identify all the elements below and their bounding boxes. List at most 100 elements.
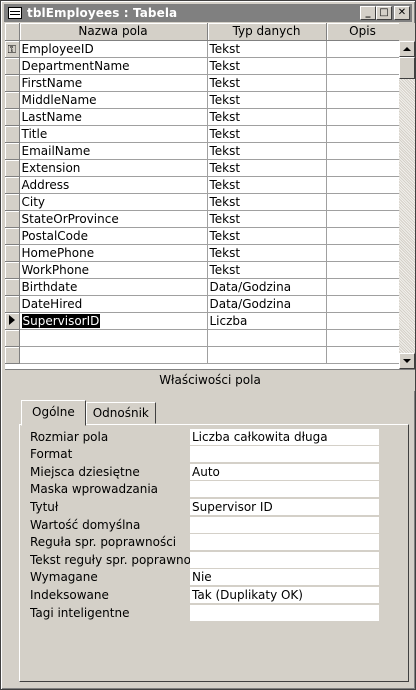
data-type-cell[interactable]: Tekst	[207, 91, 327, 109]
field-name-cell[interactable]: Birthdate	[19, 278, 208, 296]
column-header-field-name[interactable]: Nazwa pola	[19, 23, 208, 41]
data-type-cell[interactable]: Tekst	[207, 74, 327, 92]
field-row[interactable]: FirstName Tekst	[5, 74, 399, 92]
field-row[interactable]: ⚿ EmployeeID Tekst	[5, 40, 399, 58]
description-cell[interactable]	[326, 261, 399, 279]
row-selector[interactable]	[5, 91, 20, 109]
field-row[interactable]: LastName Tekst	[5, 108, 399, 126]
row-selector[interactable]	[5, 57, 20, 75]
data-type-cell[interactable]: Data/Godzina	[207, 278, 327, 296]
field-name-cell[interactable]: StateOrProvince	[19, 210, 208, 228]
field-row[interactable]: Birthdate Data/Godzina	[5, 278, 399, 296]
field-name-cell[interactable]: MiddleName	[19, 91, 208, 109]
row-selector[interactable]	[5, 312, 20, 330]
tab-lookup[interactable]: Odnośnik	[85, 402, 156, 424]
column-header-description[interactable]: Opis	[326, 23, 399, 41]
row-selector[interactable]	[5, 74, 20, 92]
property-value-field[interactable]: Tak (Duplikaty OK)	[190, 586, 379, 603]
field-row[interactable]: SupervisorID Liczba	[5, 312, 399, 330]
data-type-cell[interactable]: Tekst	[207, 261, 327, 279]
data-type-cell[interactable]: Tekst	[207, 159, 327, 177]
field-name-cell[interactable]: LastName	[19, 108, 208, 126]
description-cell[interactable]	[326, 244, 399, 262]
row-selector[interactable]	[5, 295, 20, 313]
description-cell[interactable]	[326, 278, 399, 296]
property-value-field[interactable]	[190, 446, 379, 463]
description-cell[interactable]	[326, 142, 399, 160]
tab-general[interactable]: Ogólne	[21, 400, 86, 426]
property-value-field[interactable]: Supervisor ID	[190, 498, 379, 515]
title-bar[interactable]: tblEmployees : Tabela _ □ ✕	[4, 4, 412, 22]
field-row[interactable]	[5, 346, 399, 364]
field-name-cell[interactable]	[19, 346, 208, 364]
description-cell[interactable]	[326, 227, 399, 245]
row-selector[interactable]	[5, 227, 20, 245]
property-value-field[interactable]	[190, 481, 379, 498]
row-selector[interactable]	[5, 159, 20, 177]
maximize-button[interactable]: □	[376, 6, 392, 20]
field-row[interactable]: EmailName Tekst	[5, 142, 399, 160]
data-type-cell[interactable]: Liczba	[207, 312, 327, 330]
field-row[interactable]: Extension Tekst	[5, 159, 399, 177]
data-type-cell[interactable]: Tekst	[207, 227, 327, 245]
property-value-field[interactable]: Nie	[190, 569, 379, 586]
description-cell[interactable]	[326, 346, 399, 364]
data-type-cell[interactable]: Tekst	[207, 125, 327, 143]
row-selector[interactable]	[5, 244, 20, 262]
data-type-cell[interactable]: Data/Godzina	[207, 295, 327, 313]
field-row[interactable]: StateOrProvince Tekst	[5, 210, 399, 228]
description-cell[interactable]	[326, 57, 399, 75]
scroll-thumb[interactable]	[399, 57, 415, 79]
close-button[interactable]: ✕	[394, 6, 410, 20]
field-name-cell[interactable]: EmployeeID	[19, 40, 208, 58]
description-cell[interactable]	[326, 91, 399, 109]
description-cell[interactable]	[326, 40, 399, 58]
field-name-cell[interactable]: City	[19, 193, 208, 211]
data-type-cell[interactable]: Tekst	[207, 176, 327, 194]
field-name-cell[interactable]: Extension	[19, 159, 208, 177]
field-row[interactable]: WorkPhone Tekst	[5, 261, 399, 279]
field-row[interactable]: HomePhone Tekst	[5, 244, 399, 262]
field-name-cell[interactable]	[19, 329, 208, 347]
property-value-field[interactable]	[190, 534, 379, 551]
description-cell[interactable]	[326, 176, 399, 194]
description-cell[interactable]	[326, 74, 399, 92]
description-cell[interactable]	[326, 193, 399, 211]
scroll-up-button[interactable]	[399, 41, 415, 57]
description-cell[interactable]	[326, 329, 399, 347]
property-value-field[interactable]: Auto	[190, 463, 379, 480]
field-row[interactable]: Address Tekst	[5, 176, 399, 194]
field-row[interactable]: Title Tekst	[5, 125, 399, 143]
column-header-data-type[interactable]: Typ danych	[207, 23, 327, 41]
field-name-cell[interactable]: HomePhone	[19, 244, 208, 262]
data-type-cell[interactable]: Tekst	[207, 40, 327, 58]
field-row[interactable]: PostalCode Tekst	[5, 227, 399, 245]
row-selector[interactable]	[5, 142, 20, 160]
row-selector[interactable]	[5, 193, 20, 211]
field-name-cell[interactable]: Address	[19, 176, 208, 194]
field-row[interactable]: MiddleName Tekst	[5, 91, 399, 109]
scroll-down-button[interactable]	[399, 353, 415, 369]
row-selector[interactable]	[5, 261, 20, 279]
field-row[interactable]: City Tekst	[5, 193, 399, 211]
description-cell[interactable]	[326, 312, 399, 330]
property-value-field[interactable]	[190, 551, 379, 568]
data-type-cell[interactable]	[207, 329, 327, 347]
field-name-cell[interactable]: DepartmentName	[19, 57, 208, 75]
data-type-cell[interactable]: Tekst	[207, 193, 327, 211]
field-row[interactable]	[5, 329, 399, 347]
field-name-cell[interactable]: PostalCode	[19, 227, 208, 245]
data-type-cell[interactable]: Tekst	[207, 244, 327, 262]
field-name-cell[interactable]: Title	[19, 125, 208, 143]
description-cell[interactable]	[326, 125, 399, 143]
description-cell[interactable]	[326, 295, 399, 313]
property-value-field[interactable]	[190, 516, 379, 533]
description-cell[interactable]	[326, 210, 399, 228]
field-name-cell[interactable]: FirstName	[19, 74, 208, 92]
row-selector[interactable]	[5, 108, 20, 126]
field-name-cell[interactable]: WorkPhone	[19, 261, 208, 279]
field-name-cell[interactable]: DateHired	[19, 295, 208, 313]
data-type-cell[interactable]	[207, 346, 327, 364]
data-type-cell[interactable]: Tekst	[207, 108, 327, 126]
property-value-field[interactable]: Liczba całkowita długa	[190, 428, 379, 445]
